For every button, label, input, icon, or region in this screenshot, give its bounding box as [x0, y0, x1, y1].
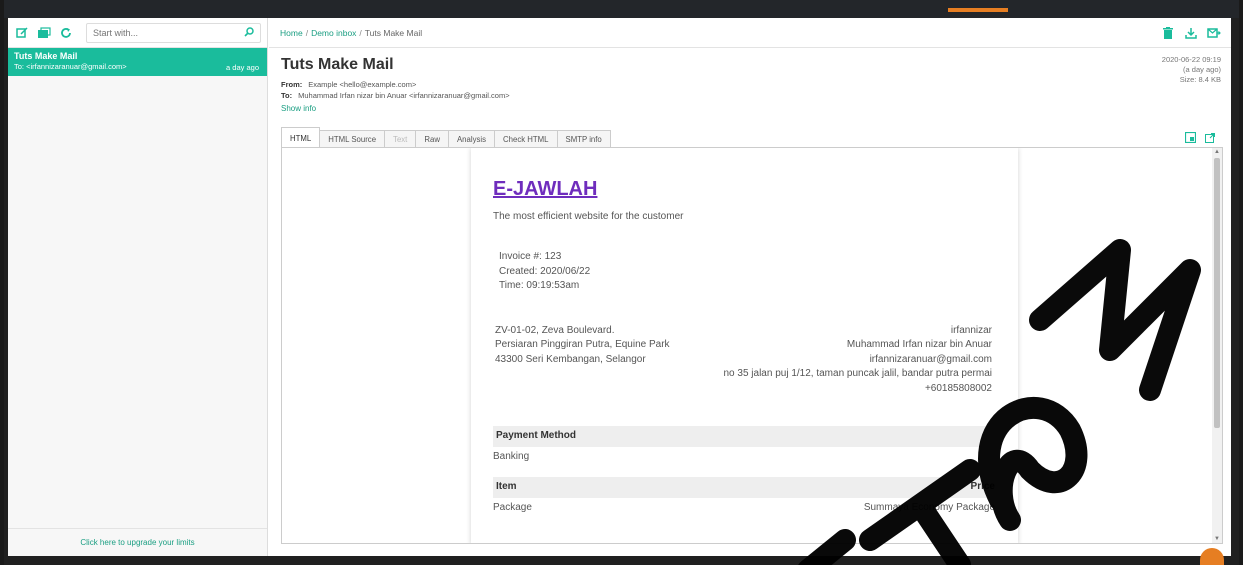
html-preview: E-JAWLAH The most efficient website for …	[281, 147, 1223, 544]
invoice-time: Time: 09:19:53am	[499, 280, 580, 291]
to-label: To:	[281, 90, 293, 100]
breadcrumb-home[interactable]: Home	[280, 28, 303, 38]
recipient-address-line: no 35 jalan puj 1/12, taman puncak jalil…	[723, 368, 992, 379]
refresh-icon[interactable]	[58, 25, 74, 41]
message-header: Tuts Make Mail 2020-06-22 09:19 (a day a…	[269, 48, 1231, 113]
sender-address-line: ZV-01-02, Zeva Boulevard.	[495, 324, 615, 336]
from-label: From:	[281, 80, 303, 89]
invoice-number: Invoice #: 123	[499, 251, 562, 262]
window-top-strip	[4, 0, 1239, 18]
payment-method-value: Banking	[493, 451, 530, 462]
tab-html[interactable]: HTML	[281, 127, 321, 148]
message-size: Size: 8.4 KB	[1179, 75, 1221, 85]
item-name: Package	[493, 502, 532, 513]
breadcrumb-separator: /	[305, 27, 309, 38]
open-external-icon[interactable]	[1205, 130, 1215, 148]
message-recipient: To: <irfannizaranuar@gmail.com>	[14, 62, 127, 71]
message-subject: Tuts Make Mail	[14, 51, 78, 61]
preview-scrollbar[interactable]: ▲ ▼	[1212, 148, 1222, 543]
help-bubble-icon[interactable]	[1200, 548, 1224, 565]
sender-address-line: 43300 Seri Kembangan, Selangor	[495, 353, 646, 365]
message-date: 2020-06-22 09:19	[1161, 55, 1221, 64]
tab-check-html[interactable]: Check HTML	[494, 130, 558, 148]
preview-actions	[1184, 130, 1215, 148]
invoice-meta: Invoice #: 123 Created: 2020/06/22 Time:…	[493, 250, 998, 294]
price-column-header: Price	[970, 481, 995, 492]
item-column-header: Item	[496, 481, 517, 492]
item-row: Package Summaya Economy Package	[493, 498, 998, 513]
top-accent-bar	[948, 8, 1008, 12]
invoice-created: Created: 2020/06/22	[499, 265, 591, 277]
invoice-tagline: The most efficient website for the custo…	[493, 211, 684, 222]
invoice-brand-link[interactable]: E-JAWLAH	[493, 178, 998, 201]
mark-read-icon[interactable]	[36, 25, 52, 41]
view-tabs: HTML HTML Source Text Raw Analysis Check…	[281, 127, 611, 148]
forward-icon[interactable]	[1207, 26, 1221, 40]
recipient-address-line: irfannizar	[950, 324, 992, 336]
page-title: Tuts Make Mail	[281, 56, 394, 73]
from-line: From: Example <hello@example.com>	[281, 80, 1219, 91]
sidebar: Tuts Make Mail To: <irfannizaranuar@gmai…	[8, 18, 268, 556]
delete-icon[interactable]	[1161, 26, 1175, 40]
tab-analysis[interactable]: Analysis	[447, 130, 496, 148]
tab-smtp-info[interactable]: SMTP info	[556, 130, 611, 148]
search-box[interactable]	[86, 22, 261, 43]
breadcrumb: Home / Demo inbox / Tuts Make Mail	[269, 18, 1231, 48]
recipient-address-line: irfannizaranuar@gmail.com	[869, 353, 992, 365]
search-input[interactable]	[93, 27, 244, 38]
to-value: Muhammad Irfan nizar bin Anuar <irfanniz…	[298, 90, 510, 100]
message-actions	[1161, 26, 1221, 40]
compose-icon[interactable]	[14, 25, 30, 41]
invoice-addresses: ZV-01-02, Zeva Boulevard. Persiaran Ping…	[493, 324, 998, 397]
from-value: Example <hello@example.com>	[308, 80, 417, 89]
message-meta: 2020-06-22 09:19 (a day ago) Size: 8.4 K…	[1162, 55, 1221, 85]
breadcrumb-inbox[interactable]: Demo inbox	[311, 28, 356, 38]
scroll-down-arrow-icon[interactable]: ▼	[1212, 535, 1222, 543]
sender-address: ZV-01-02, Zeva Boulevard. Persiaran Ping…	[495, 324, 670, 397]
upgrade-link[interactable]: Click here to upgrade your limits	[8, 528, 267, 556]
mail-app: Tuts Make Mail To: <irfannizaranuar@gmai…	[8, 18, 1231, 556]
message-time: a day ago	[226, 63, 259, 72]
recipient-address-line: Muhammad Irfan nizar bin Anuar	[846, 339, 992, 350]
item-table-header: Item Price	[493, 477, 998, 498]
to-line: To: Muhammad Irfan nizar bin Anuar <irfan…	[281, 91, 1219, 102]
sidebar-toolbar	[8, 18, 267, 48]
main-pane: Home / Demo inbox / Tuts Make Mail Tuts …	[269, 18, 1231, 556]
message-relative-time: (a day ago)	[1183, 65, 1221, 75]
breadcrumb-current: Tuts Make Mail	[364, 27, 423, 38]
show-info-link[interactable]: Show info	[281, 104, 1219, 113]
scrollbar-thumb[interactable]	[1214, 158, 1220, 428]
download-icon[interactable]	[1184, 26, 1198, 40]
scroll-up-arrow-icon[interactable]: ▲	[1212, 148, 1222, 156]
invoice-document: E-JAWLAH The most efficient website for …	[471, 148, 1018, 543]
tab-html-source[interactable]: HTML Source	[319, 130, 386, 148]
recipient-address: irfannizar Muhammad Irfan nizar bin Anua…	[723, 324, 998, 397]
recipient-address-line: +60185808002	[924, 382, 992, 394]
message-list-item[interactable]: Tuts Make Mail To: <irfannizaranuar@gmai…	[8, 48, 267, 76]
address-block: From: Example <hello@example.com> To: Muha…	[281, 80, 1219, 102]
item-price: Summaya Economy Package	[863, 502, 995, 513]
search-icon[interactable]	[244, 24, 254, 42]
tab-text[interactable]: Text	[384, 130, 417, 148]
sender-address-line: Persiaran Pinggiran Putra, Equine Park	[495, 339, 670, 350]
tab-raw[interactable]: Raw	[415, 130, 449, 148]
device-preview-icon[interactable]	[1184, 130, 1197, 148]
payment-method-heading: Payment Method	[493, 426, 998, 447]
breadcrumb-separator: /	[359, 27, 362, 38]
